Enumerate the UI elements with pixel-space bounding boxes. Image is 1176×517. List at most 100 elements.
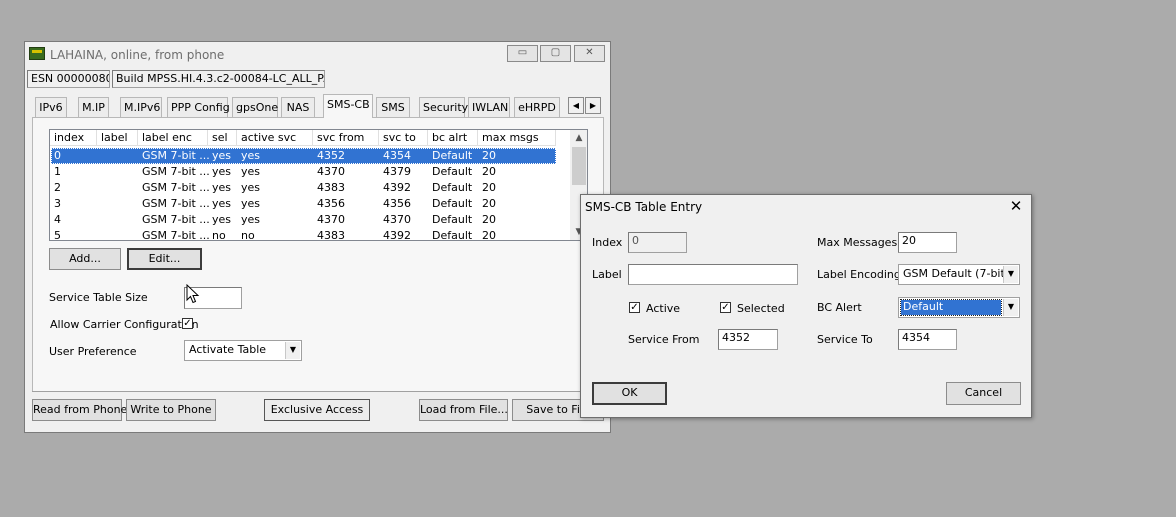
table-cell: 3: [54, 197, 61, 210]
user-preference-value: Activate Table: [189, 343, 267, 356]
tab-nas[interactable]: NAS: [281, 97, 315, 117]
column-header[interactable]: max msgs: [478, 130, 556, 146]
table-cell: 4383: [317, 181, 345, 194]
table-cell: 20: [482, 181, 496, 194]
max-messages-input[interactable]: 20: [898, 232, 957, 253]
tab-scroll-right-icon[interactable]: ▶: [585, 97, 601, 114]
close-button[interactable]: ✕: [574, 45, 605, 62]
table-cell: GSM 7-bit ...: [142, 197, 210, 210]
table-row[interactable]: 5 GSM 7-bit ... no no 4383 4392 Default 20: [51, 228, 556, 241]
tab-ipv6[interactable]: IPv6: [35, 97, 67, 117]
table-cell: GSM 7-bit ...: [142, 181, 210, 194]
user-preference-select[interactable]: Activate Table ▼: [184, 340, 302, 361]
table-row[interactable]: 3 GSM 7-bit ... yes yes 4356 4356 Default 20: [51, 196, 556, 212]
label-input[interactable]: [628, 264, 798, 285]
sms-cb-table[interactable]: index label label enc sel active svc svc…: [49, 129, 588, 241]
table-cell: 4392: [383, 229, 411, 241]
app-icon: [29, 47, 45, 60]
table-cell: Default: [432, 197, 473, 210]
tab-mip[interactable]: M.IP: [78, 97, 109, 117]
chevron-down-icon[interactable]: ▼: [285, 342, 300, 359]
table-cell: 20: [482, 165, 496, 178]
column-header[interactable]: label: [97, 130, 138, 146]
table-cell: 4370: [317, 213, 345, 226]
scroll-up-icon[interactable]: ▲: [570, 130, 587, 146]
tab-security[interactable]: Security: [419, 97, 468, 117]
service-from-input[interactable]: 4352: [718, 329, 778, 350]
active-label: Active: [646, 302, 681, 315]
sms-cb-entry-dialog: SMS-CB Table Entry ✕ Index 0 Max Message…: [580, 194, 1032, 418]
edit-button[interactable]: Edit...: [127, 248, 202, 270]
tab-sms[interactable]: SMS: [376, 97, 410, 117]
table-cell: yes: [241, 165, 261, 178]
table-cell: 4: [54, 213, 61, 226]
bc-alert-select[interactable]: Default ▼: [898, 297, 1020, 318]
label-encoding-value: GSM Default (7-bit): [903, 267, 1010, 280]
table-cell: Default: [432, 213, 473, 226]
table-cell: yes: [241, 181, 261, 194]
exclusive-access-button[interactable]: Exclusive Access: [264, 399, 370, 421]
column-header[interactable]: svc to: [379, 130, 428, 146]
scroll-thumb[interactable]: [572, 147, 586, 185]
chevron-down-icon[interactable]: ▼: [1003, 299, 1018, 316]
table-cell: 4370: [383, 213, 411, 226]
title-bar[interactable]: LAHAINA, online, from phone ▭ ▢ ✕: [25, 42, 610, 69]
tab-ehrpd[interactable]: eHRPD: [514, 97, 560, 117]
column-header[interactable]: bc alrt: [428, 130, 478, 146]
add-button[interactable]: Add...: [49, 248, 121, 270]
ok-button[interactable]: OK: [592, 382, 667, 405]
column-header[interactable]: sel: [208, 130, 237, 146]
tab-sms-cb[interactable]: SMS-CB: [323, 94, 373, 118]
column-header[interactable]: svc from: [313, 130, 379, 146]
tab-ppp-config[interactable]: PPP Config: [167, 97, 230, 117]
table-cell: no: [241, 229, 255, 241]
column-header[interactable]: label enc: [138, 130, 208, 146]
table-cell: yes: [212, 197, 232, 210]
table-cell: Default: [432, 165, 473, 178]
write-to-phone-button[interactable]: Write to Phone: [126, 399, 216, 421]
index-label: Index: [592, 236, 623, 249]
bc-alert-value: Default: [900, 299, 1002, 316]
allow-carrier-checkbox[interactable]: ✓: [182, 318, 193, 329]
service-to-input[interactable]: 4354: [898, 329, 957, 350]
table-row[interactable]: 2 GSM 7-bit ... yes yes 4383 4392 Default 20: [51, 180, 556, 196]
column-header[interactable]: active svc: [237, 130, 313, 146]
table-cell: 4354: [383, 149, 411, 162]
cancel-button[interactable]: Cancel: [946, 382, 1021, 405]
mouse-cursor-icon: [186, 284, 200, 304]
tab-scroll-left-icon[interactable]: ◀: [568, 97, 584, 114]
tab-iwlan[interactable]: IWLAN: [468, 97, 510, 117]
table-row[interactable]: 1 GSM 7-bit ... yes yes 4370 4379 Default 20: [51, 164, 556, 180]
allow-carrier-label: Allow Carrier Configuration: [50, 318, 199, 331]
table-cell: GSM 7-bit ...: [142, 165, 210, 178]
table-cell: 4383: [317, 229, 345, 241]
tab-mipv6[interactable]: M.IPv6: [120, 97, 162, 117]
table-cell: Default: [432, 149, 473, 162]
label-encoding-select[interactable]: GSM Default (7-bit) ▼: [898, 264, 1020, 285]
table-cell: 20: [482, 197, 496, 210]
column-header[interactable]: index: [50, 130, 97, 146]
minimize-button[interactable]: ▭: [507, 45, 538, 62]
table-row[interactable]: 4 GSM 7-bit ... yes yes 4370 4370 Default 20: [51, 212, 556, 228]
table-cell: yes: [241, 197, 261, 210]
table-cell: 2: [54, 181, 61, 194]
maximize-button[interactable]: ▢: [540, 45, 571, 62]
table-cell: 20: [482, 149, 496, 162]
selected-checkbox[interactable]: ✓: [720, 302, 731, 313]
max-messages-label: Max Messages: [817, 236, 898, 249]
dialog-title: SMS-CB Table Entry: [585, 200, 703, 214]
chevron-down-icon[interactable]: ▼: [1003, 266, 1018, 283]
table-cell: 4379: [383, 165, 411, 178]
table-cell: 4356: [317, 197, 345, 210]
table-cell: 20: [482, 229, 496, 241]
table-cell: yes: [212, 149, 232, 162]
close-icon[interactable]: ✕: [1006, 199, 1026, 215]
table-cell: 0: [54, 149, 61, 162]
read-from-phone-button[interactable]: Read from Phone: [32, 399, 127, 421]
table-cell: 4370: [317, 165, 345, 178]
load-from-file-button[interactable]: Load from File...: [419, 399, 508, 421]
table-row[interactable]: 0 GSM 7-bit ... yes yes 4352 4354 Default 20: [51, 148, 556, 164]
build-field: Build MPSS.HI.4.3.c2-00084-LC_ALL_PA(: [112, 70, 325, 88]
active-checkbox[interactable]: ✓: [629, 302, 640, 313]
tab-gpsone[interactable]: gpsOne: [232, 97, 278, 117]
